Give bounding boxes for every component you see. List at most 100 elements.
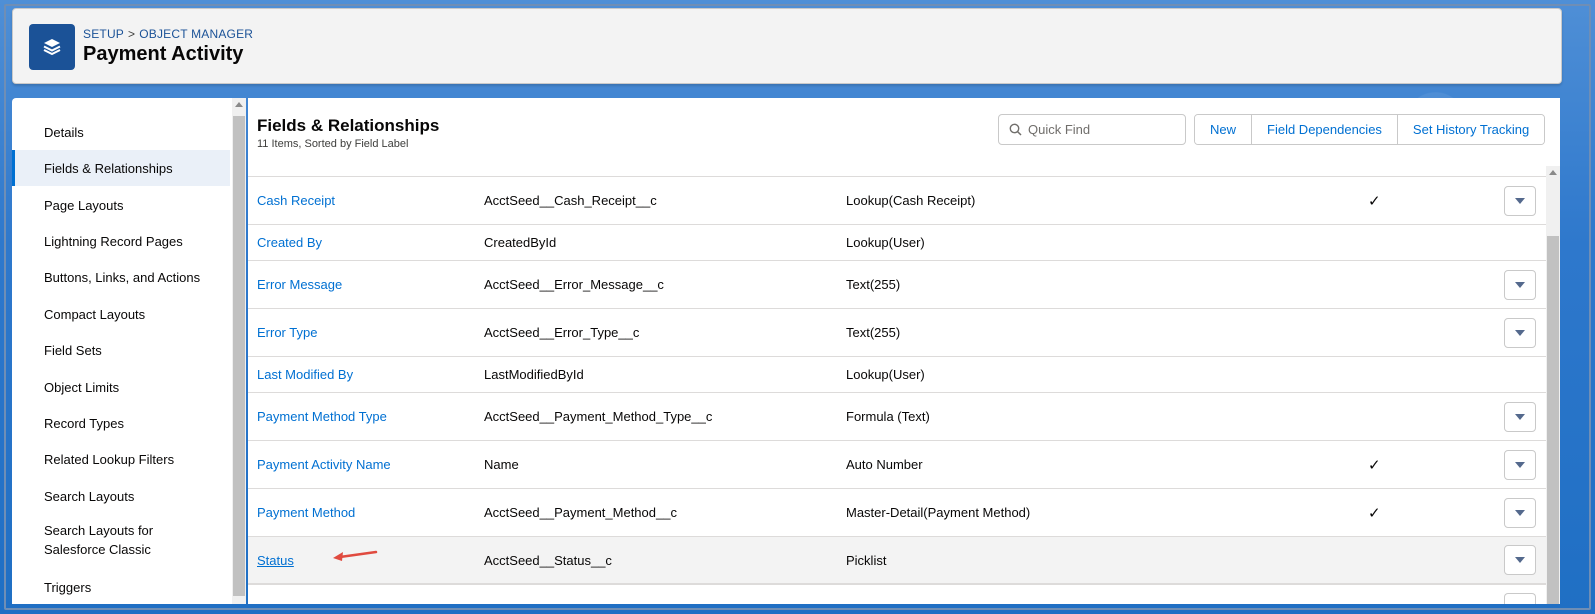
breadcrumb-separator: > (128, 27, 136, 41)
table-row: Cash Receipt AcctSeed__Cash_Receipt__c L… (248, 176, 1546, 224)
layers-icon (29, 24, 75, 70)
sidebar-item-search-layouts-classic[interactable]: Search Layouts for Salesforce Classic (12, 517, 212, 563)
row-actions-cell (1504, 489, 1536, 536)
field-label-link[interactable]: Payment Method Type (257, 393, 387, 440)
main-scrollbar[interactable] (1546, 166, 1560, 604)
sidebar-item-related-lookup-filters[interactable]: Related Lookup Filters (12, 441, 230, 477)
table-row: Payment Method AcctSeed__Payment_Method_… (248, 488, 1546, 536)
quick-find-box[interactable] (998, 114, 1186, 145)
field-label-link[interactable]: Created By (257, 225, 322, 260)
sidebar-item-label: Search Layouts for Salesforce Classic (44, 523, 154, 557)
field-data-type: Picklist (846, 552, 887, 568)
row-actions-menu-button[interactable] (1504, 317, 1536, 348)
table-row: Error Message AcctSeed__Error_Message__c… (248, 260, 1546, 308)
sidebar-item-buttons-links-actions[interactable]: Buttons, Links, and Actions (12, 259, 230, 295)
sidebar-item-label: Field Sets (44, 342, 102, 358)
sidebar-item-label: Object Limits (44, 379, 120, 395)
field-api-name: CreatedById (484, 235, 557, 250)
breadcrumb: SETUP > OBJECT MANAGER (83, 27, 253, 41)
action-button-group: New Field Dependencies Set History Track… (1194, 114, 1546, 145)
field-api-name: AcctSeed__Error_Type__c (484, 325, 640, 340)
row-actions-cell (1504, 393, 1536, 440)
table-row: Last Modified By LastModifiedById Lookup… (248, 356, 1546, 392)
field-data-type: Text(255) (846, 277, 901, 292)
breadcrumb-setup[interactable]: SETUP (83, 27, 124, 41)
field-dependencies-button[interactable]: Field Dependencies (1252, 115, 1398, 144)
field-data-type: Lookup(Cash Receipt) (846, 193, 976, 208)
scroll-up-arrow-icon[interactable] (1549, 170, 1557, 175)
row-actions-menu-button[interactable] (1504, 185, 1536, 216)
field-label-link[interactable]: Error Message (257, 261, 342, 308)
set-history-tracking-button[interactable]: Set History Tracking (1397, 115, 1545, 144)
quick-find-input[interactable] (1028, 122, 1168, 137)
row-actions-menu-button[interactable] (1504, 497, 1536, 528)
sidebar-item-label: Triggers (44, 579, 92, 595)
field-api-name: Name (484, 457, 519, 472)
chevron-down-icon (1515, 197, 1525, 204)
row-actions-cell (1504, 441, 1536, 488)
row-actions-menu-button[interactable] (1504, 545, 1536, 575)
sidebar-item-triggers[interactable]: Triggers (12, 569, 230, 604)
field-label-link[interactable]: Payment Activity Name (257, 441, 391, 488)
section-subtitle: 11 Items, Sorted by Field Label (257, 138, 409, 150)
sidebar-item-label: Fields & Relationships (44, 160, 173, 176)
checkmark-icon: ✓ (1368, 192, 1381, 210)
field-label-link[interactable]: Status (257, 537, 294, 583)
row-actions-menu-button[interactable] (1504, 592, 1536, 604)
field-data-type: Formula (Text) (846, 409, 930, 424)
chevron-down-icon (1515, 281, 1525, 288)
table-row: Payment Activity Name Name Auto Number ✓ (248, 440, 1546, 488)
sidebar-item-label: Details (44, 124, 84, 140)
row-actions-cell (1504, 177, 1536, 224)
scrollbar-thumb[interactable] (233, 116, 245, 596)
breadcrumb-object-manager[interactable]: OBJECT MANAGER (139, 27, 253, 41)
sidebar-item-label: Buttons, Links, and Actions (44, 269, 201, 285)
sidebar-item-label: Related Lookup Filters (44, 451, 175, 467)
table-row: Payment Method Type AcctSeed__Payment_Me… (248, 392, 1546, 440)
chevron-down-icon (1515, 461, 1525, 468)
sidebar: Details Fields & Relationships Page Layo… (12, 98, 234, 604)
sidebar-item-search-layouts[interactable]: Search Layouts (12, 478, 230, 514)
field-label-link[interactable]: Cash Receipt (257, 177, 335, 224)
row-actions-cell (1504, 261, 1536, 308)
sidebar-item-fields-relationships[interactable]: Fields & Relationships (12, 150, 230, 186)
scrollbar-thumb[interactable] (1547, 236, 1559, 604)
chevron-down-icon (1515, 557, 1525, 563)
table-row: Status AcctSeed__Status__c Picklist (248, 536, 1546, 584)
row-actions-menu-button[interactable] (1504, 401, 1536, 432)
field-label-link[interactable]: Last Modified By (257, 357, 353, 392)
sidebar-item-field-sets[interactable]: Field Sets (12, 332, 230, 368)
row-actions-cell (1504, 309, 1536, 356)
row-actions-menu-button[interactable] (1504, 449, 1536, 480)
row-actions-cell (1504, 585, 1536, 604)
sidebar-item-label: Page Layouts (44, 197, 124, 213)
main-panel: Fields & Relationships 11 Items, Sorted … (248, 98, 1560, 604)
chevron-down-icon (1515, 509, 1525, 516)
page-title: Payment Activity (83, 43, 244, 65)
sidebar-item-label: Lightning Record Pages (44, 233, 183, 249)
search-icon (1009, 123, 1022, 136)
field-data-type: Master-Detail(Payment Method) (846, 505, 1031, 520)
chevron-down-icon (1515, 413, 1525, 420)
sidebar-item-object-limits[interactable]: Object Limits (12, 369, 230, 405)
row-actions-menu-button[interactable] (1504, 269, 1536, 300)
sidebar-item-compact-layouts[interactable]: Compact Layouts (12, 296, 230, 332)
annotation-arrow-icon (333, 550, 378, 561)
field-label-link[interactable]: Payment Method (257, 489, 355, 536)
field-data-type: Lookup(User) (846, 367, 925, 382)
checkmark-icon: ✓ (1368, 504, 1381, 522)
field-api-name: AcctSeed__Status__c (484, 552, 612, 568)
new-button[interactable]: New (1195, 115, 1253, 144)
field-data-type: Text(255) (846, 325, 901, 340)
table-row (248, 584, 1546, 604)
sidebar-scrollbar[interactable] (232, 98, 246, 604)
sidebar-item-page-layouts[interactable]: Page Layouts (12, 187, 230, 223)
sidebar-item-details[interactable]: Details (12, 114, 230, 150)
table-row: Error Type AcctSeed__Error_Type__c Text(… (248, 308, 1546, 356)
sidebar-item-lightning-record-pages[interactable]: Lightning Record Pages (12, 223, 230, 259)
sidebar-item-label: Record Types (44, 415, 124, 431)
checkmark-icon: ✓ (1368, 456, 1381, 474)
scroll-up-arrow-icon[interactable] (235, 102, 243, 107)
sidebar-item-record-types[interactable]: Record Types (12, 405, 230, 441)
field-label-link[interactable]: Error Type (257, 309, 317, 356)
